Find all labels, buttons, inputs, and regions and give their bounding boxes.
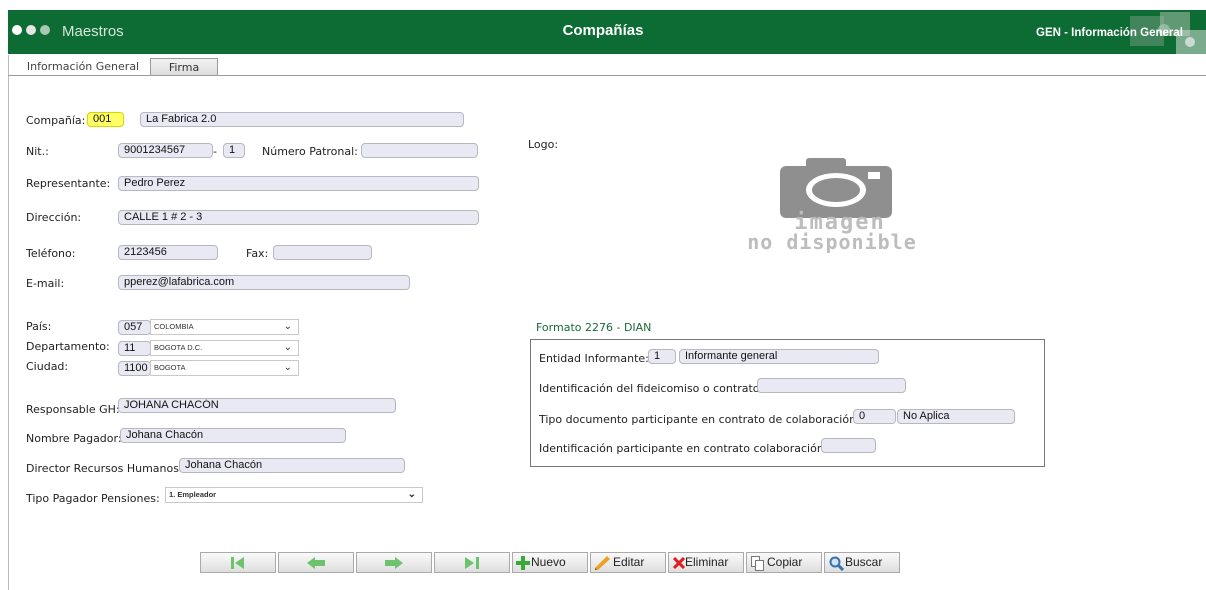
patronal-field[interactable] (361, 143, 478, 158)
entidad-code-field[interactable]: 1 (648, 349, 676, 364)
next-record-button[interactable] (356, 552, 432, 573)
responsable-field[interactable]: JOHANA CHACÓN (118, 398, 396, 413)
telefono-field[interactable]: 2123456 (118, 245, 218, 260)
representante-label: Representante: (26, 177, 111, 190)
departamento-label: Departamento: (26, 340, 110, 353)
compania-code-field[interactable]: 001 (87, 112, 124, 127)
ciudad-code-field[interactable]: 1100 (118, 361, 151, 376)
pais-code-field[interactable]: 057 (118, 320, 151, 335)
ciudad-select-value: BOGOTA (154, 363, 186, 372)
nuevo-label: Nuevo (531, 555, 566, 569)
tipo-documento-code-field[interactable]: 0 (853, 409, 896, 424)
copiar-button[interactable]: Copiar (746, 552, 822, 573)
plus-icon (516, 556, 530, 570)
delete-x-icon (673, 557, 685, 569)
direccion-label: Dirección: (26, 211, 82, 224)
pais-select-value: COLOMBIA (154, 322, 194, 331)
nit-dv-field[interactable]: 1 (223, 143, 245, 158)
formato-title: Formato 2276 - DIAN (536, 321, 652, 334)
eliminar-label: Eliminar (685, 555, 729, 569)
departamento-code-field[interactable]: 11 (118, 341, 151, 356)
nuevo-button[interactable]: Nuevo (512, 552, 588, 573)
fax-label: Fax: (246, 247, 269, 260)
ciudad-label: Ciudad: (26, 360, 69, 373)
compania-name-field[interactable]: La Fabrica 2.0 (140, 112, 464, 127)
last-record-button[interactable] (434, 552, 510, 573)
tipo-documento-label: Tipo documento participante en contrato … (539, 413, 860, 426)
fideicomiso-field[interactable] (757, 378, 906, 393)
arrow-left-icon (307, 557, 325, 569)
editar-label: Editar (613, 555, 645, 569)
buscar-label: Buscar (845, 555, 883, 569)
fideicomiso-label: Identificación del fideicomiso o contrat… (539, 382, 764, 395)
first-record-button[interactable] (200, 552, 276, 573)
chevron-down-icon: ⌄ (283, 362, 292, 373)
entidad-name-field[interactable]: Informante general (679, 349, 879, 364)
ciudad-select[interactable]: BOGOTA ⌄ (150, 360, 299, 376)
pagador-field[interactable]: Johana Chacón (120, 428, 346, 443)
email-field[interactable]: pperez@lafabrica.com (118, 275, 410, 290)
compania-label: Compañía: (26, 114, 86, 127)
representante-field[interactable]: Pedro Perez (118, 176, 479, 191)
responsable-label: Responsable GH: (26, 403, 120, 416)
copy-icon (751, 556, 764, 571)
direccion-field[interactable]: CALLE 1 # 2 - 3 (118, 210, 479, 225)
buscar-button[interactable]: Buscar (824, 552, 900, 573)
identificacion-participante-label: Identificación participante en contrato … (539, 442, 828, 455)
email-label: E-mail: (26, 277, 65, 290)
editar-button[interactable]: Editar (590, 552, 666, 573)
section-name: GEN - Información General (1036, 27, 1183, 39)
pencil-icon (595, 556, 610, 570)
arrow-right-icon (385, 557, 403, 569)
tab-divider (8, 75, 1206, 76)
first-icon (231, 557, 244, 569)
eliminar-button[interactable]: Eliminar (668, 552, 744, 573)
nit-field[interactable]: 9001234567 (118, 143, 213, 158)
nit-separator: - (213, 145, 217, 158)
previous-record-button[interactable] (278, 552, 354, 573)
telefono-label: Teléfono: (26, 247, 76, 260)
director-field[interactable]: Johana Chacón (179, 458, 405, 473)
no-image-line2: no disponible (747, 230, 917, 254)
departamento-select-value: BOGOTA D.C. (154, 343, 203, 352)
fax-field[interactable] (273, 245, 372, 260)
last-icon (465, 557, 479, 569)
search-icon (829, 556, 844, 571)
camera-icon (780, 158, 892, 218)
pais-label: País: (26, 320, 52, 333)
logo-label: Logo: (528, 138, 559, 151)
patronal-label: Número Patronal: (262, 145, 358, 158)
director-label: Director Recursos Humanos: (26, 462, 183, 475)
pagador-label: Nombre Pagador: (26, 432, 122, 445)
copiar-label: Copiar (767, 555, 803, 569)
pais-select[interactable]: COLOMBIA ⌄ (150, 319, 299, 335)
tipo-documento-name-field[interactable]: No Aplica (897, 409, 1015, 424)
left-border (8, 55, 9, 590)
tab-informacion-general[interactable]: Información General (19, 58, 147, 76)
departamento-select[interactable]: BOGOTA D.C. ⌄ (150, 340, 299, 356)
chevron-down-icon: ⌄ (283, 342, 292, 353)
chevron-down-icon: ⌄ (283, 321, 292, 332)
tipo-pagador-select[interactable]: 1. Empleador ⌄ (165, 487, 423, 503)
identificacion-participante-field[interactable] (821, 438, 876, 453)
chevron-down-icon: ⌄ (407, 489, 416, 500)
tab-firma[interactable]: Firma (150, 58, 218, 76)
nit-label: Nit.: (26, 145, 49, 158)
page-title: Compañías (562, 22, 644, 39)
tipo-pagador-label: Tipo Pagador Pensiones: (26, 492, 160, 505)
entidad-label: Entidad Informante: (539, 352, 649, 365)
tipo-pagador-select-value: 1. Empleador (169, 490, 217, 499)
